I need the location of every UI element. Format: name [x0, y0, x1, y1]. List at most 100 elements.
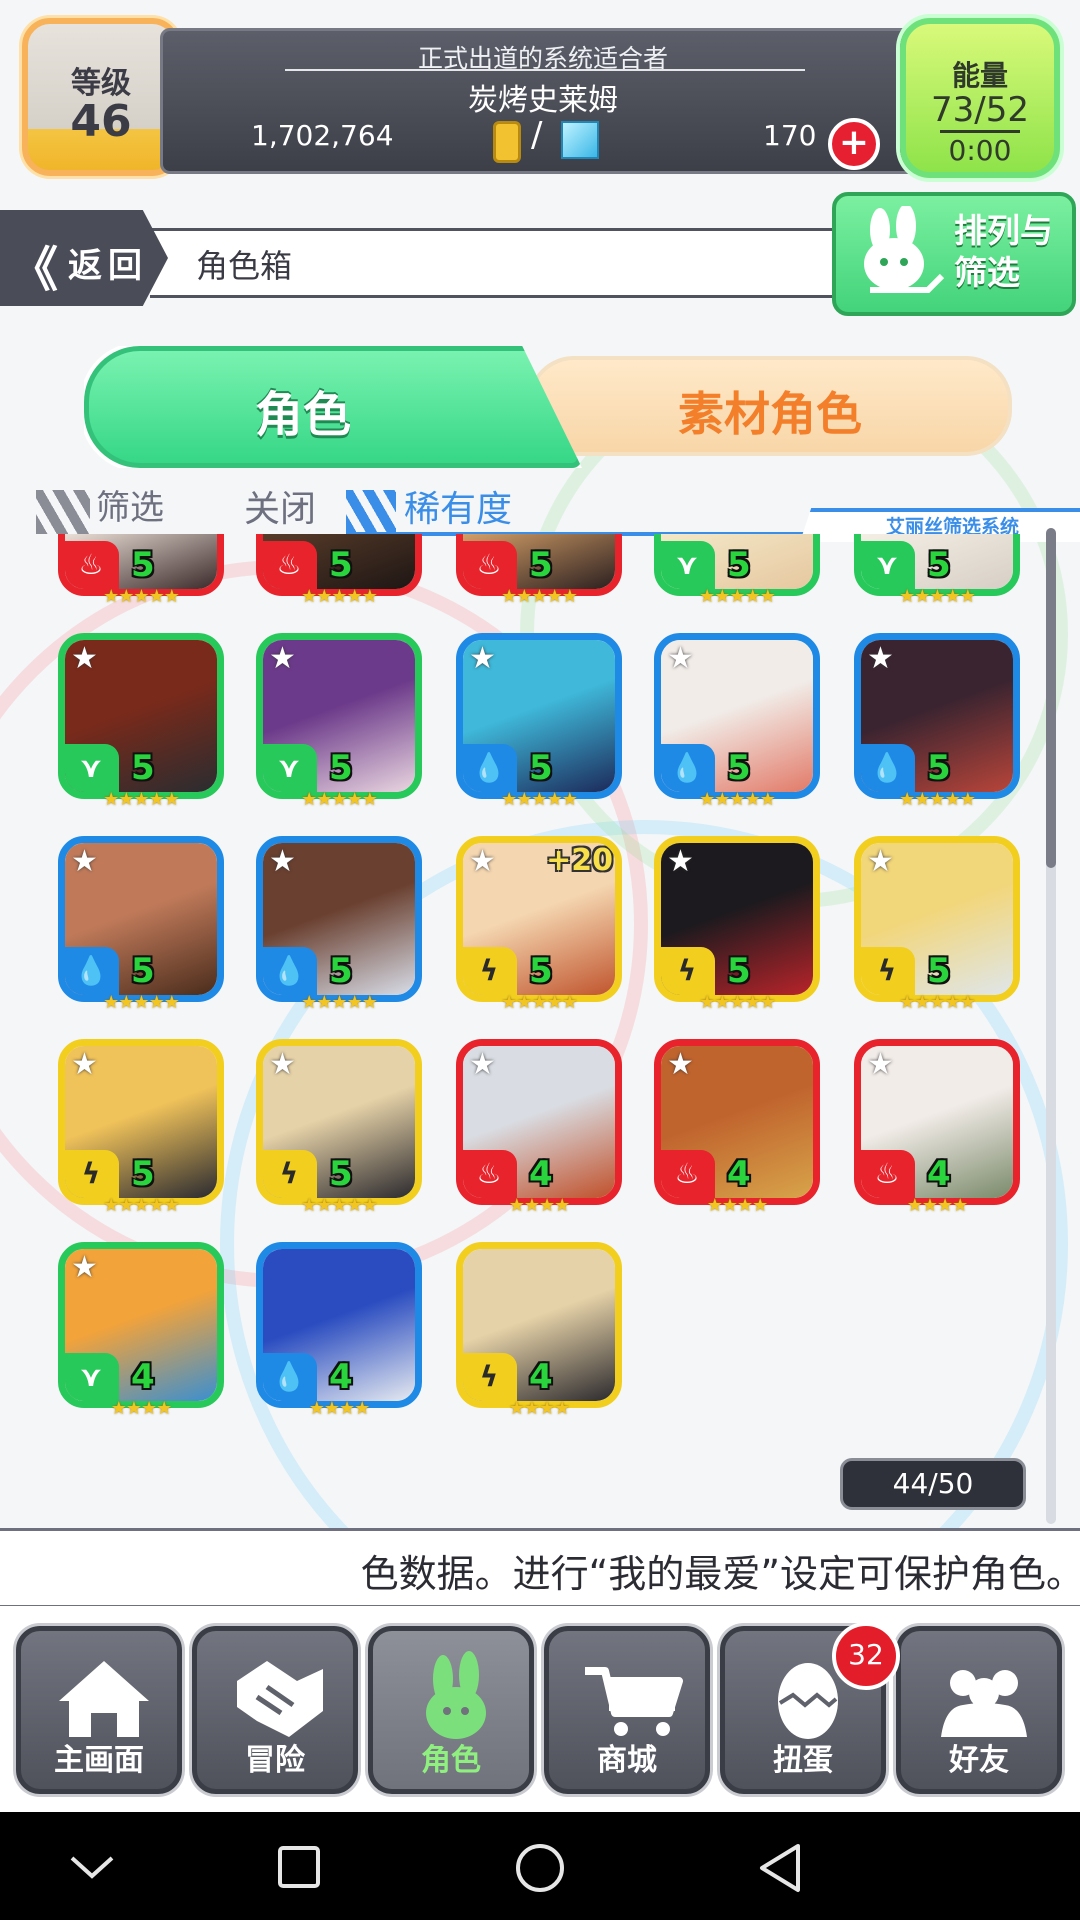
nav-adventure-button[interactable]: 冒险	[192, 1626, 358, 1794]
bonus-label: +20	[546, 843, 613, 878]
character-card[interactable]: ★ ⋎ 5	[256, 633, 422, 799]
favorite-star-icon[interactable]: ★	[867, 644, 894, 674]
nav-character-label: 角色	[421, 1743, 481, 1778]
gacha-notification-badge: 32	[832, 1622, 900, 1690]
coin-count: 1,702,764	[251, 119, 394, 152]
character-card[interactable]: ★ ϟ 5	[854, 836, 1020, 1002]
character-card[interactable]: ★ +20 ϟ 5	[456, 836, 622, 1002]
cart-icon	[585, 1667, 683, 1736]
title-bar: 角色箱	[150, 228, 870, 298]
character-level: 5	[131, 748, 155, 788]
bunny-icon	[864, 206, 945, 293]
rarity-stars: ★★★★★	[301, 992, 378, 1013]
nav-character-button[interactable]: 角色	[368, 1626, 534, 1794]
collapse-chevron-icon[interactable]	[64, 1844, 120, 1888]
nav-home-button[interactable]: 主画面	[16, 1626, 182, 1794]
fire-element-icon: ♨	[463, 1150, 517, 1198]
nav-shop-button[interactable]: 商城	[544, 1626, 710, 1794]
character-level: 4	[131, 1357, 155, 1397]
currency-separator: /	[531, 115, 543, 155]
character-level: 5	[529, 951, 553, 991]
nav-friends-button[interactable]: 好友	[896, 1626, 1062, 1794]
character-card[interactable]: ★ 💧 5	[58, 836, 224, 1002]
sort-value[interactable]: 稀有度	[404, 480, 512, 532]
back-chevron-icon: 《	[10, 242, 59, 298]
character-card[interactable]: 💧 4	[256, 1242, 422, 1408]
character-level: 5	[927, 951, 951, 991]
favorite-star-icon[interactable]: ★	[71, 1050, 98, 1080]
recents-square-icon[interactable]	[274, 1842, 324, 1892]
favorite-star-icon[interactable]: ★	[71, 1253, 98, 1283]
tab-characters[interactable]: 角色	[84, 346, 582, 468]
filter-label[interactable]: 筛选	[96, 480, 164, 529]
filter-value[interactable]: 关闭	[244, 480, 316, 532]
water-element-icon: 💧	[263, 1353, 317, 1401]
favorite-star-icon[interactable]: ★	[469, 847, 496, 877]
character-card[interactable]: ★ ♨ 4	[456, 1039, 622, 1205]
favorite-star-icon[interactable]: ★	[867, 847, 894, 877]
buy-gems-button[interactable]: +	[828, 118, 880, 170]
favorite-star-icon[interactable]: ★	[71, 847, 98, 877]
character-level: 5	[727, 545, 751, 585]
wind-element-icon: ⋎	[861, 541, 915, 589]
rarity-stars: ★★★★★	[301, 789, 378, 810]
nav-gacha-label: 扭蛋	[773, 1743, 833, 1778]
character-card[interactable]: ★ ♨ 4	[654, 1039, 820, 1205]
wind-element-icon: ⋎	[65, 744, 119, 792]
character-card[interactable]: ★ ϟ 5	[256, 1039, 422, 1205]
player-info-bar: 正式出道的系统适合者 炭烤史莱姆 1,702,764 / 170	[160, 28, 926, 174]
player-name: 炭烤史莱姆	[468, 83, 618, 118]
water-element-icon: 💧	[861, 744, 915, 792]
favorite-star-icon[interactable]: ★	[667, 847, 694, 877]
character-level: 4	[329, 1357, 353, 1397]
rarity-stars: ★★★★★	[501, 789, 578, 810]
wind-element-icon: ⋎	[661, 541, 715, 589]
favorite-star-icon[interactable]: ★	[469, 644, 496, 674]
character-card[interactable]: ★ 💧 5	[654, 633, 820, 799]
rarity-stars: ★★★★★	[699, 789, 776, 810]
back-triangle-icon[interactable]	[754, 1840, 806, 1896]
message-ticker: 色数据。进行“我的最爱”设定可保护角色。	[0, 1528, 1080, 1608]
character-card[interactable]: ★ 💧 5	[854, 633, 1020, 799]
favorite-star-icon[interactable]: ★	[667, 644, 694, 674]
tab-material-characters[interactable]: 素材角色	[528, 356, 1012, 456]
character-card[interactable]: ϟ4	[456, 1242, 622, 1408]
nav-shop-label: 商城	[597, 1743, 657, 1778]
favorite-star-icon[interactable]: ★	[667, 1050, 694, 1080]
character-level: 5	[329, 1154, 353, 1194]
favorite-star-icon[interactable]: ★	[269, 644, 296, 674]
thunder-element-icon: ϟ	[861, 947, 915, 995]
character-card[interactable]: ★ 💧 5	[456, 633, 622, 799]
water-element-icon: 💧	[65, 947, 119, 995]
character-card[interactable]: ★ ♨ 4	[854, 1039, 1020, 1205]
character-card[interactable]: ★ ϟ 5	[654, 836, 820, 1002]
character-card[interactable]: ★ ⋎ 4	[58, 1242, 224, 1408]
rarity-stars: ★★★★★	[899, 992, 976, 1013]
wind-element-icon: ⋎	[65, 1353, 119, 1401]
home-circle-icon[interactable]	[512, 1840, 568, 1896]
favorite-star-icon[interactable]: ★	[867, 1050, 894, 1080]
water-element-icon: 💧	[661, 744, 715, 792]
nav-friends-label: 好友	[949, 1743, 1009, 1778]
sort-filter-button[interactable]: 排列与筛选	[832, 192, 1076, 316]
character-level: 5	[131, 1154, 155, 1194]
rarity-stars: ★★★★	[508, 1195, 571, 1216]
title-divider	[285, 69, 805, 71]
character-card[interactable]: ★ 💧 5	[256, 836, 422, 1002]
rarity-stars: ★★★★★	[103, 586, 180, 607]
scrollbar-thumb[interactable]	[1046, 528, 1056, 868]
character-count: 44/50	[840, 1458, 1026, 1510]
energy-timer: 0:00	[948, 134, 1012, 167]
favorite-star-icon[interactable]: ★	[71, 644, 98, 674]
back-button[interactable]: 《 返回	[0, 210, 168, 306]
character-card[interactable]: ★ ⋎ 5	[58, 633, 224, 799]
character-level: 4	[927, 1154, 951, 1194]
favorite-star-icon[interactable]: ★	[469, 1050, 496, 1080]
favorite-star-icon[interactable]: ★	[269, 1050, 296, 1080]
favorite-star-icon[interactable]: ★	[269, 847, 296, 877]
character-card[interactable]: ★ ϟ 5	[58, 1039, 224, 1205]
coin-icon	[493, 121, 521, 163]
rarity-stars: ★★★★★	[103, 992, 180, 1013]
character-grid: ♨ 5 ★★★★★ ♨ 5 ★★★★★ ♨ 5 ★★★★★ ⋎ 5 ★★★★★ ⋎ 5 ★★★★★ ★ ⋎ 5 ★★…	[0, 534, 1040, 1530]
handshake-icon	[237, 1661, 323, 1737]
